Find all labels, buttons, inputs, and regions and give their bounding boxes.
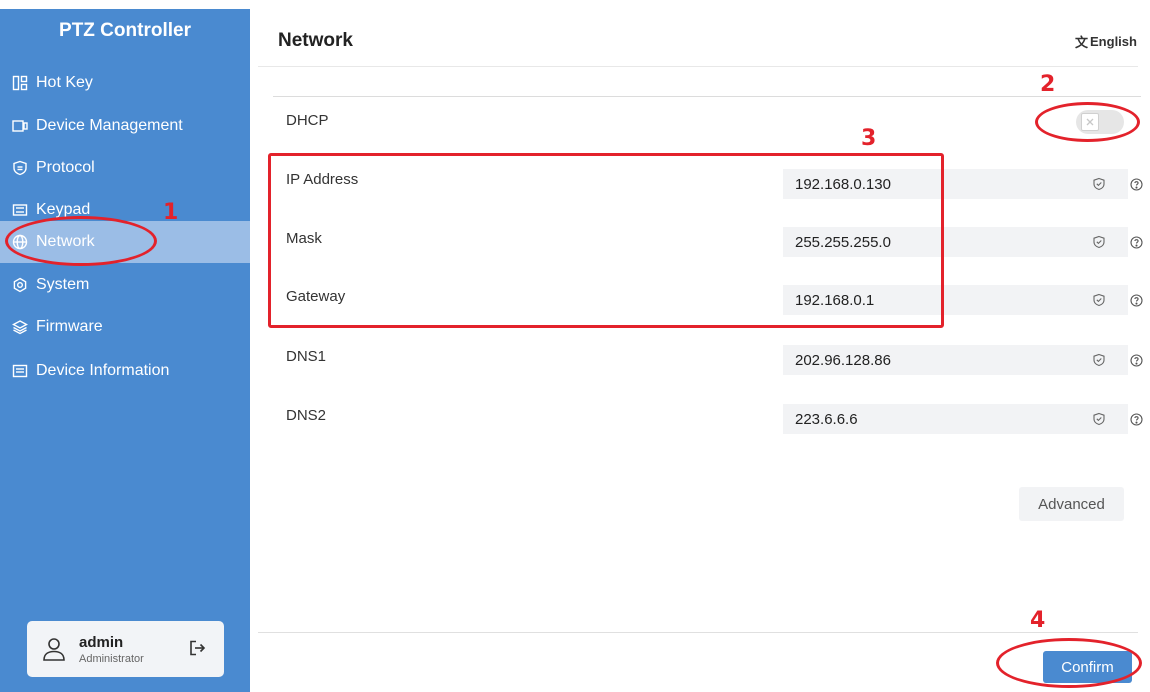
annotation-rect-fields xyxy=(268,153,944,328)
dns2-input[interactable] xyxy=(783,410,1073,428)
shield-check-icon xyxy=(1093,412,1105,426)
shield-check-icon xyxy=(1093,235,1105,249)
annotation-ellipse-dhcp xyxy=(1035,102,1140,142)
dns2-label: DNS2 xyxy=(286,407,327,424)
sidebar-item-hot-key[interactable]: Hot Key xyxy=(0,62,250,104)
help-icon[interactable] xyxy=(1130,294,1143,307)
sidebar: PTZ Controller Hot Key Device Management… xyxy=(0,9,250,692)
shield-check-icon xyxy=(1093,293,1105,307)
user-role: Administrator xyxy=(79,652,144,665)
sidebar-item-firmware[interactable]: Firmware xyxy=(0,306,250,348)
dns1-label: DNS1 xyxy=(286,348,327,365)
shield-check-icon xyxy=(1093,353,1105,367)
dhcp-label: DHCP xyxy=(286,112,329,129)
header-divider xyxy=(258,66,1138,67)
keypad-icon xyxy=(12,202,28,218)
language-selector[interactable]: 文 English xyxy=(1075,32,1137,51)
section-divider xyxy=(273,96,1141,97)
annotation-number-1: 1 xyxy=(163,200,179,225)
info-card-icon xyxy=(12,363,28,379)
sidebar-item-label: System xyxy=(36,276,90,293)
sidebar-item-device-information[interactable]: Device Information xyxy=(0,350,250,392)
sidebar-item-label: Firmware xyxy=(36,318,103,335)
protocol-icon xyxy=(12,160,28,176)
annotation-ellipse-confirm xyxy=(996,638,1142,688)
help-icon[interactable] xyxy=(1130,413,1143,426)
sidebar-item-protocol[interactable]: Protocol xyxy=(0,147,250,189)
dns1-input[interactable] xyxy=(783,351,1073,369)
annotation-ellipse-network xyxy=(5,216,157,266)
sidebar-item-system[interactable]: System xyxy=(0,264,250,306)
footer-divider xyxy=(258,632,1138,633)
annotation-number-3: 3 xyxy=(861,126,877,151)
shield-check-icon xyxy=(1093,177,1105,191)
user-icon xyxy=(43,638,65,661)
app-title: PTZ Controller xyxy=(59,20,191,41)
help-icon[interactable] xyxy=(1130,178,1143,191)
language-label: English xyxy=(1090,34,1137,49)
user-card: admin Administrator xyxy=(27,621,224,677)
gear-icon xyxy=(12,277,28,293)
dns2-field xyxy=(783,404,1128,434)
page-title: Network xyxy=(278,30,353,51)
annotation-number-2: 2 xyxy=(1040,72,1056,97)
sidebar-item-label: Hot Key xyxy=(36,74,93,91)
sidebar-item-label: Device Management xyxy=(36,117,183,134)
advanced-button[interactable]: Advanced xyxy=(1019,487,1124,521)
help-icon[interactable] xyxy=(1130,236,1143,249)
logout-icon[interactable] xyxy=(188,639,206,657)
sidebar-item-label: Protocol xyxy=(36,159,95,176)
user-name: admin xyxy=(79,633,124,651)
hotkey-icon xyxy=(12,75,28,91)
dns1-field xyxy=(783,345,1128,375)
layers-icon xyxy=(12,319,28,335)
sidebar-item-label: Device Information xyxy=(36,362,170,379)
annotation-number-4: 4 xyxy=(1030,608,1046,633)
device-icon xyxy=(12,118,28,134)
sidebar-item-device-management[interactable]: Device Management xyxy=(0,105,250,147)
help-icon[interactable] xyxy=(1130,354,1143,367)
translate-icon: 文 xyxy=(1075,35,1089,50)
